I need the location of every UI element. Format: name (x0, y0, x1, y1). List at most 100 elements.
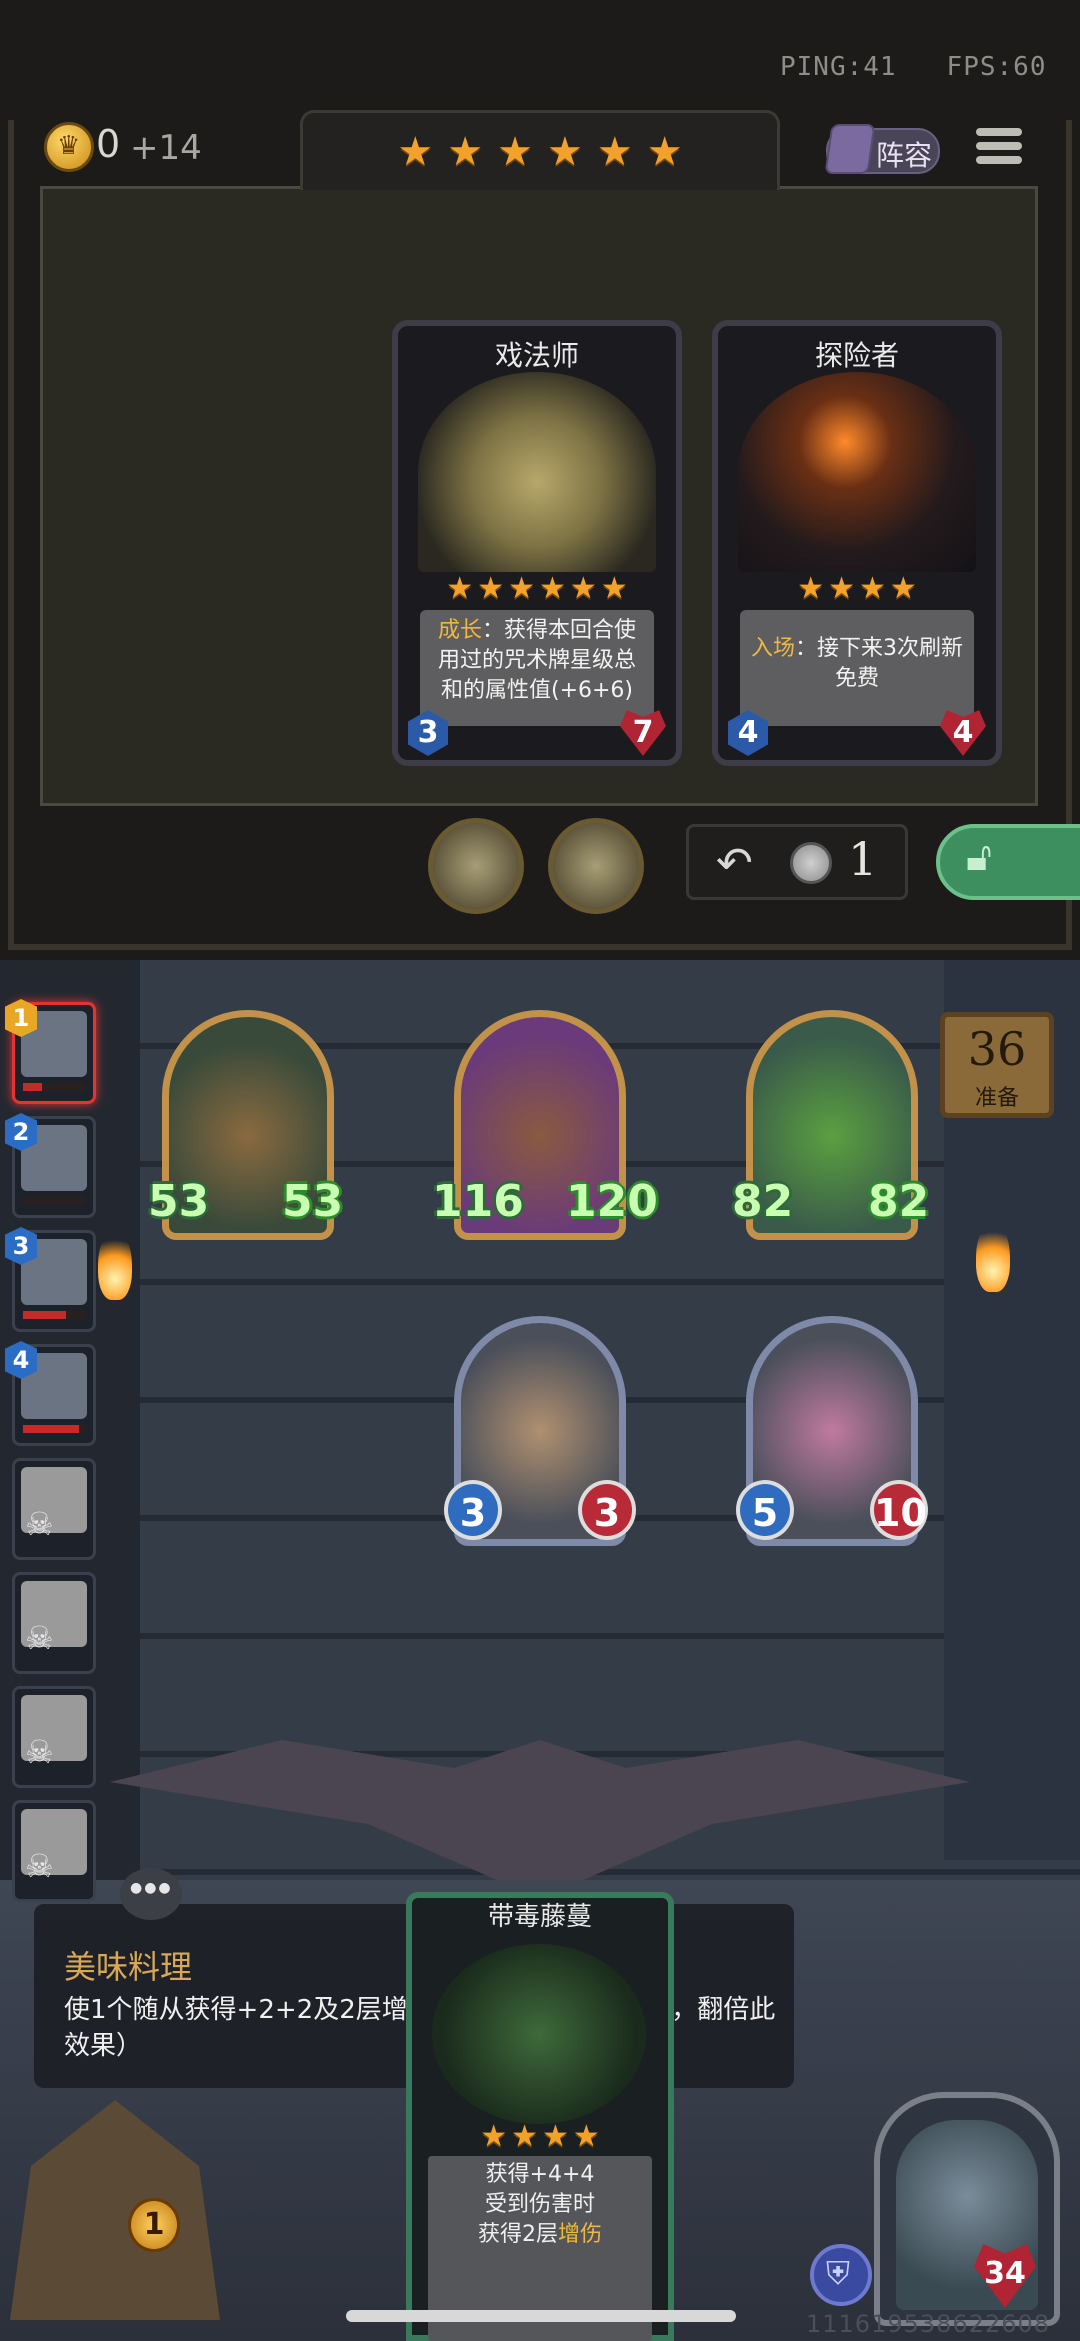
star-icon: ★ (569, 571, 597, 606)
star-icon: ★ (446, 571, 474, 606)
gold-income: +14 (130, 128, 202, 168)
star-icon: ★ (797, 571, 825, 606)
skull-icon: ☠ (25, 1733, 54, 1771)
star-icon: ★ (542, 2119, 569, 2154)
bonsai-spell-icon[interactable] (428, 818, 524, 914)
skull-icon: ☠ (25, 1847, 54, 1885)
card-name: 戏法师 (494, 339, 579, 372)
minion-health: 53 (282, 1176, 344, 1227)
player-slot[interactable]: ☠ (12, 1572, 96, 1674)
card-description: 成长：获得本回合使用过的咒术牌星级总和的属性值(+6+6) (420, 610, 654, 726)
shop-card-0[interactable]: 戏法师 ★ ★ ★ ★ ★ ★ 成长：获得本回合使用过的咒术牌星级总和的属性值(+6+6)… (392, 320, 682, 766)
minion-attack: 3 (444, 1480, 502, 1540)
skull-icon: ☠ (25, 1619, 54, 1657)
player-slot[interactable]: 2 (5, 1113, 96, 1218)
user-id: 111619538622608 (806, 2310, 1051, 2338)
gold-coin-icon (44, 122, 94, 172)
card-text: ：接下来3次刷新免费 (795, 636, 963, 691)
keyword-growth: 成长 (437, 618, 482, 643)
minion-attack: 116 (432, 1176, 524, 1227)
player-rank: 1 (5, 999, 37, 1037)
minion-health: 3 (578, 1480, 636, 1540)
player-health-bar (23, 1197, 85, 1205)
tooltip-title: 美味料理 (64, 1948, 193, 1986)
card-health: 4 (940, 710, 986, 756)
minion-attack: 5 (736, 1480, 794, 1540)
ping-readout: PING:41 (780, 52, 897, 82)
player-slot[interactable]: ☠ (12, 1686, 96, 1788)
star-icon: ★ (480, 2119, 508, 2154)
star-icon: ★ (508, 571, 535, 606)
hand-card-line2: 受到伤害时 (484, 2192, 595, 2217)
fps-readout: FPS:60 (946, 52, 1047, 82)
armor-shield-icon (810, 2244, 872, 2306)
coin-icon (790, 842, 832, 884)
star-icon: ★ (600, 571, 628, 606)
player-health-bar (23, 1083, 85, 1091)
player-slot[interactable]: ☠ (12, 1800, 96, 1902)
chest-coin-count: 1 (128, 2198, 180, 2252)
star-icon: ★ (497, 128, 533, 175)
hand-card-name: 带毒藤蔓 (487, 1902, 592, 1932)
player-health-bar (23, 1425, 85, 1433)
explorer-portrait (738, 372, 976, 572)
skull-icon: ☠ (25, 1505, 54, 1543)
refresh-icon: ↶ (716, 838, 753, 889)
star-icon: ★ (547, 128, 583, 175)
chat-bubble-icon[interactable] (120, 1868, 182, 1920)
player-health-bar (23, 1311, 85, 1319)
vine-portrait (432, 1944, 646, 2124)
minion-attack: 53 (148, 1176, 210, 1227)
ready-timer-value: 36 (967, 1022, 1027, 1076)
star-icon: ★ (511, 2119, 538, 2154)
card-stars: ★ ★ ★ ★ (718, 574, 996, 604)
player-slot[interactable]: 1 (5, 999, 96, 1104)
keyword-entry: 入场 (750, 636, 795, 661)
star-icon: ★ (539, 571, 566, 606)
lineup-book-icon (824, 124, 876, 174)
hand-card-line3: 获得2层增伤 (428, 2220, 652, 2250)
torch-icon (98, 1230, 132, 1300)
freeze-shop-button[interactable] (936, 824, 1080, 900)
star-icon: ★ (397, 128, 434, 175)
minion-health: 82 (868, 1176, 930, 1227)
shop-tier-stars: ★ ★ ★ ★ ★ ★ (300, 110, 780, 190)
keyword-damage-boost: 增伤 (557, 2222, 602, 2247)
minion-attack: 82 (732, 1176, 794, 1227)
card-health: 7 (620, 710, 666, 756)
gold-amount: 0 (96, 122, 121, 166)
card-name: 探险者 (814, 339, 899, 372)
bonsai-spell-icon[interactable] (548, 818, 644, 914)
player-rank: 2 (5, 1113, 37, 1151)
player-slot[interactable]: 4 (5, 1341, 96, 1446)
menu-icon[interactable] (976, 128, 1022, 174)
card-description: 入场：接下来3次刷新免费 (740, 610, 974, 726)
star-icon: ★ (889, 571, 917, 606)
network-stats: PING:41 FPS:60 (780, 52, 1046, 82)
star-icon: ★ (447, 128, 484, 175)
star-icon: ★ (828, 571, 855, 606)
star-icon: ★ (859, 571, 886, 606)
hand-card-line1: 获得+4+4 (485, 2162, 595, 2187)
player-rank: 3 (5, 1227, 37, 1265)
home-indicator[interactable] (346, 2310, 736, 2322)
star-icon: ★ (596, 128, 633, 175)
player-rank: 4 (5, 1341, 37, 1379)
magician-portrait (418, 372, 656, 572)
shop-card-1[interactable]: 探险者 ★ ★ ★ ★ 入场：接下来3次刷新免费 4 4 (712, 320, 1002, 766)
hand-card-stars: ★ ★ ★ ★ (406, 2122, 674, 2152)
card-stars: ★ ★ ★ ★ ★ ★ (398, 574, 676, 604)
lineup-label: 阵容 (876, 139, 933, 172)
star-icon: ★ (477, 571, 505, 606)
minion-health: 120 (566, 1176, 658, 1227)
star-icon: ★ (572, 2119, 600, 2154)
refresh-cost: 1 (848, 832, 878, 886)
minion-health: 10 (870, 1480, 928, 1540)
player-slot[interactable]: 3 (5, 1227, 96, 1332)
hand-card-line3-prefix: 获得2层 (477, 2222, 558, 2247)
ready-label: 准备 (974, 1086, 1019, 1111)
lock-icon: 🔓︎ (966, 834, 992, 880)
torch-icon (976, 1222, 1010, 1292)
star-icon: ★ (646, 128, 683, 175)
player-slot[interactable]: ☠ (12, 1458, 96, 1560)
